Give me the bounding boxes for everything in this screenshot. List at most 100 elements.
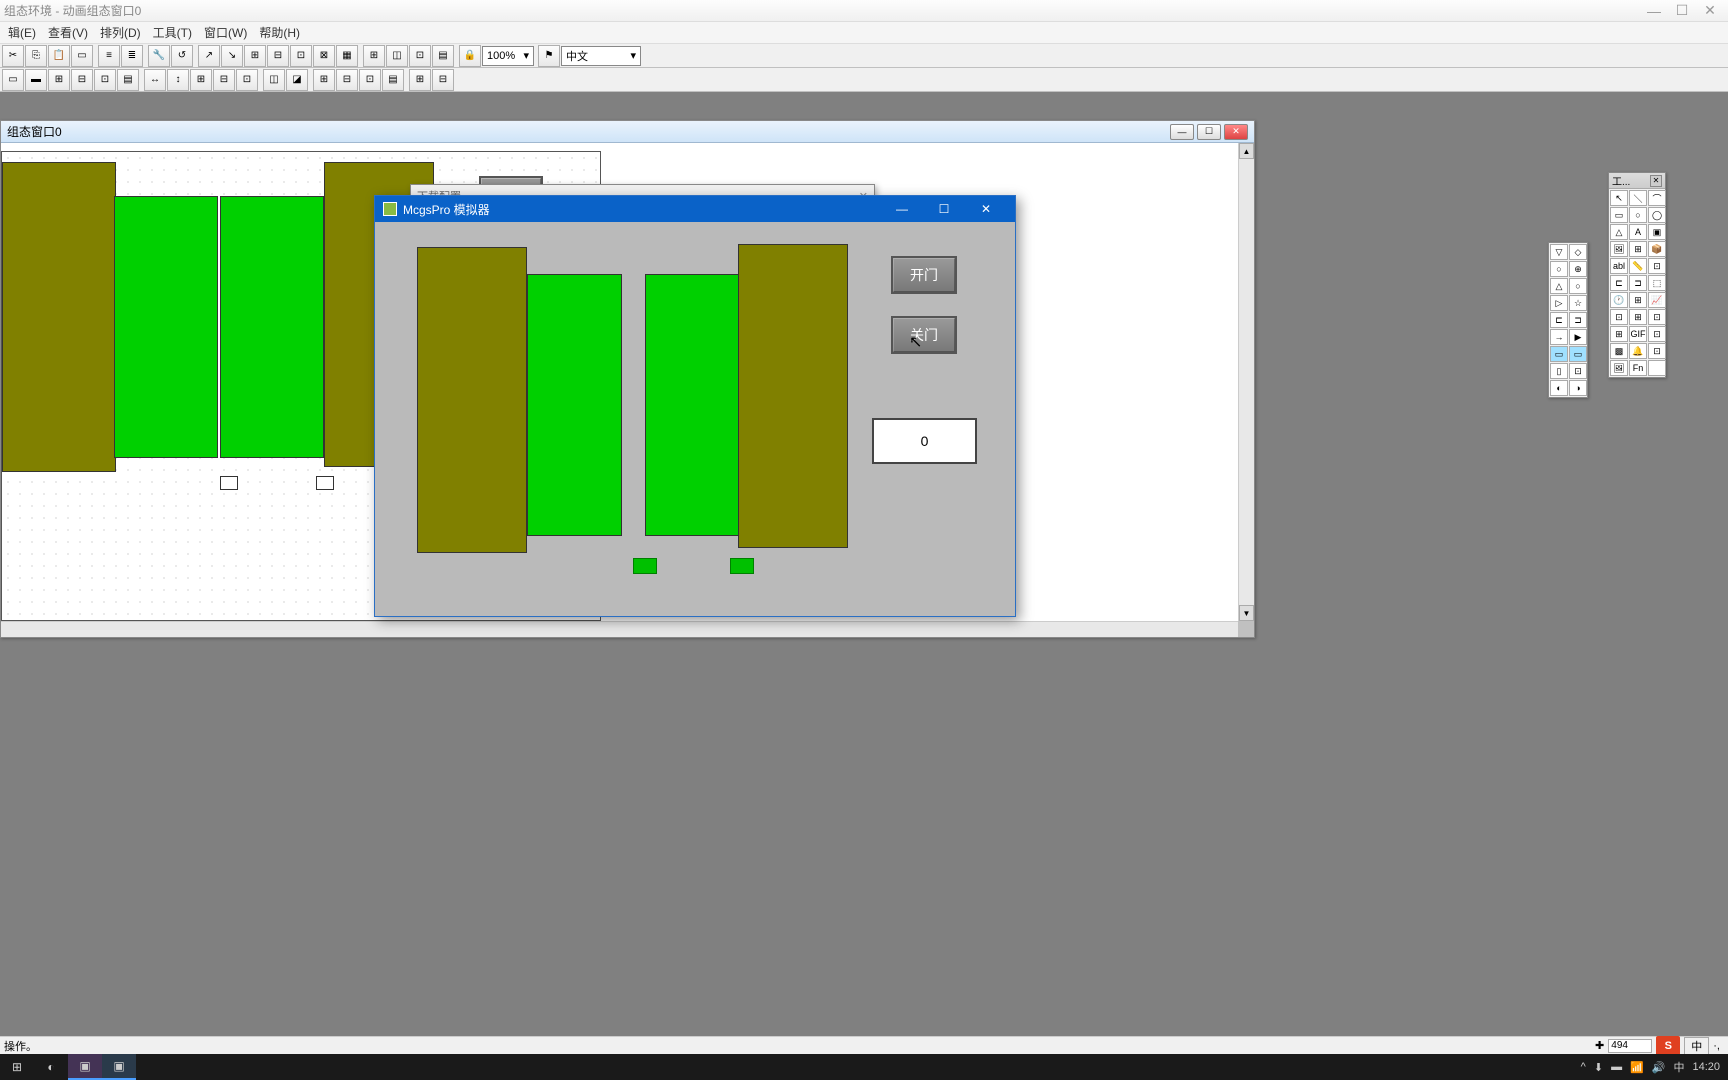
- tbs-7[interactable]: ▷: [1550, 295, 1568, 311]
- handle-1[interactable]: [220, 476, 238, 490]
- tool-tbl[interactable]: ⊞: [1629, 292, 1647, 308]
- tool-line[interactable]: ＼: [1629, 190, 1647, 206]
- tbs-10[interactable]: ⊐: [1569, 312, 1587, 328]
- tool-ellipse[interactable]: ○: [1629, 207, 1647, 223]
- tbs-14[interactable]: ▭: [1569, 346, 1587, 362]
- toolbox-close[interactable]: ✕: [1650, 175, 1662, 187]
- tb-b13[interactable]: ⊡: [409, 45, 431, 67]
- tbs-16[interactable]: ⊡: [1569, 363, 1587, 379]
- tbs-8[interactable]: ☆: [1569, 295, 1587, 311]
- tool-poly[interactable]: △: [1610, 224, 1628, 240]
- menu-help[interactable]: 帮助(H): [253, 22, 306, 43]
- tool-c11[interactable]: [1648, 360, 1666, 376]
- tb-b4[interactable]: ↺: [171, 45, 193, 67]
- tool-fill[interactable]: ▣: [1648, 224, 1666, 240]
- tb-b7[interactable]: ⊞: [244, 45, 266, 67]
- tb-b6[interactable]: ↘: [221, 45, 243, 67]
- taskbar-app3[interactable]: ▣: [102, 1054, 136, 1080]
- menu-tools[interactable]: 工具(T): [147, 22, 198, 43]
- lang-combo[interactable]: 中文▾: [561, 46, 641, 66]
- t2-6[interactable]: ▤: [117, 69, 139, 91]
- tbs-11[interactable]: →: [1550, 329, 1568, 345]
- t2-11[interactable]: ⊡: [236, 69, 258, 91]
- tbs-3[interactable]: ○: [1550, 261, 1568, 277]
- tool-lib[interactable]: 📦: [1648, 241, 1666, 257]
- tb-b9[interactable]: ⊡: [290, 45, 312, 67]
- tbs-6[interactable]: ○: [1569, 278, 1587, 294]
- tool-bell[interactable]: 🔔: [1629, 343, 1647, 359]
- tool-c2[interactable]: ⊏: [1610, 275, 1628, 291]
- sim-open-button[interactable]: 开门: [891, 256, 957, 294]
- tool-chart[interactable]: 📈: [1648, 292, 1666, 308]
- sim-maximize[interactable]: ☐: [923, 196, 965, 222]
- minimize-button[interactable]: —: [1640, 3, 1668, 19]
- t2-3[interactable]: ⊞: [48, 69, 70, 91]
- mdi-scrollbar-v[interactable]: ▲ ▼: [1238, 143, 1254, 621]
- system-tray[interactable]: ^ ⬇ ▬ 📶 🔊 中 14:20: [1573, 1059, 1728, 1075]
- t2-5[interactable]: ⊡: [94, 69, 116, 91]
- tray-volume-icon[interactable]: 🔊: [1652, 1061, 1666, 1074]
- tb-b1[interactable]: ≡: [98, 45, 120, 67]
- toolbox-small[interactable]: ▽ ◇ ○ ⊕ △ ○ ▷ ☆ ⊏ ⊐ → ▶ ▭ ▭ ▯ ⊡ ◐ ◑: [1548, 242, 1588, 398]
- tool-fn[interactable]: Fn: [1629, 360, 1647, 376]
- t2-15[interactable]: ⊟: [336, 69, 358, 91]
- tb-b12[interactable]: ◫: [386, 45, 408, 67]
- sim-close-button[interactable]: 关门 ↖: [891, 316, 957, 354]
- tbs-15[interactable]: ▯: [1550, 363, 1568, 379]
- t2-13[interactable]: ◪: [286, 69, 308, 91]
- tool-c3[interactable]: ⊐: [1629, 275, 1647, 291]
- tbs-12[interactable]: ▶: [1569, 329, 1587, 345]
- menu-window[interactable]: 窗口(W): [198, 22, 253, 43]
- close-button[interactable]: ✕: [1696, 2, 1724, 19]
- mdi-titlebar[interactable]: 组态窗口0 — ☐ ✕: [1, 121, 1254, 143]
- tool-qr[interactable]: ▩: [1610, 343, 1628, 359]
- tb-b14[interactable]: ▤: [432, 45, 454, 67]
- mdi-maximize[interactable]: ☐: [1197, 124, 1221, 140]
- tb-grid[interactable]: ⊞: [363, 45, 385, 67]
- taskbar-app1[interactable]: ◐: [34, 1054, 68, 1080]
- tb-b3[interactable]: 🔧: [148, 45, 170, 67]
- tb-b11[interactable]: ▦: [336, 45, 358, 67]
- t2-12[interactable]: ◫: [263, 69, 285, 91]
- tool-c7[interactable]: ⊡: [1648, 309, 1666, 325]
- taskbar-app2[interactable]: ▣: [68, 1054, 102, 1080]
- scroll-up[interactable]: ▲: [1239, 143, 1254, 159]
- tray-usb-icon[interactable]: ⬇: [1594, 1061, 1603, 1074]
- tray-battery-icon[interactable]: ▬: [1611, 1061, 1622, 1073]
- t2-8[interactable]: ↕: [167, 69, 189, 91]
- tool-pointer[interactable]: ↖: [1610, 190, 1628, 206]
- tool-text[interactable]: A: [1629, 224, 1647, 240]
- sim-close[interactable]: ✕: [965, 196, 1007, 222]
- t2-9[interactable]: ⊞: [190, 69, 212, 91]
- mdi-minimize[interactable]: —: [1170, 124, 1194, 140]
- tbs-5[interactable]: △: [1550, 278, 1568, 294]
- tb-copy[interactable]: ⎘: [25, 45, 47, 67]
- tb-cut[interactable]: ✂: [2, 45, 24, 67]
- tbs-13[interactable]: ▭: [1550, 346, 1568, 362]
- tool-c8[interactable]: ⊞: [1610, 326, 1628, 342]
- scroll-down[interactable]: ▼: [1239, 605, 1254, 621]
- tray-wifi-icon[interactable]: 📶: [1630, 1061, 1644, 1074]
- tbs-2[interactable]: ◇: [1569, 244, 1587, 260]
- status-more[interactable]: ·,: [1709, 1040, 1724, 1052]
- taskbar-start[interactable]: ⊞: [0, 1054, 34, 1080]
- t2-1[interactable]: ▭: [2, 69, 24, 91]
- t2-10[interactable]: ⊟: [213, 69, 235, 91]
- handle-2[interactable]: [316, 476, 334, 490]
- tool-arc[interactable]: ⌒: [1648, 190, 1666, 206]
- tool-c10[interactable]: ⊡: [1648, 343, 1666, 359]
- tbs-18[interactable]: ◑: [1569, 380, 1587, 396]
- status-ime-cn[interactable]: 中: [1684, 1037, 1709, 1055]
- sim-minimize[interactable]: —: [881, 196, 923, 222]
- tb-b8[interactable]: ⊟: [267, 45, 289, 67]
- tray-clock[interactable]: 14:20: [1692, 1061, 1720, 1073]
- tool-c4[interactable]: ⬚: [1648, 275, 1666, 291]
- tool-c1[interactable]: ⊡: [1648, 258, 1666, 274]
- tb-paste[interactable]: 📋: [48, 45, 70, 67]
- tool-c5[interactable]: ⊡: [1610, 309, 1628, 325]
- tb-select[interactable]: ▭: [71, 45, 93, 67]
- tb-lock[interactable]: 🔒: [459, 45, 481, 67]
- shape-olive-left[interactable]: [2, 162, 116, 472]
- tbs-4[interactable]: ⊕: [1569, 261, 1587, 277]
- tool-rect[interactable]: ▭: [1610, 207, 1628, 223]
